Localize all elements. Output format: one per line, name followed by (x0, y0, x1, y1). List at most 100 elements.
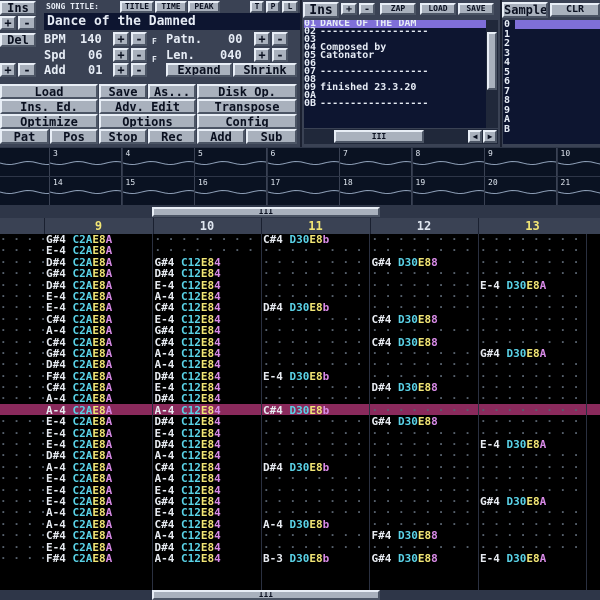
empty-row: · · · · · (0, 267, 44, 281)
patn-minus-button[interactable]: - (272, 32, 288, 46)
channel-scope[interactable]: 5 (195, 148, 267, 176)
add-minus-button[interactable]: - (131, 63, 147, 77)
config-button[interactable]: Config (197, 114, 297, 129)
tab-title[interactable]: TITLE (120, 1, 154, 13)
add-button[interactable]: Add (197, 129, 245, 144)
save-as-button[interactable]: As... (148, 84, 196, 99)
instrument-hscrollbar[interactable]: ◀ ▶ III (304, 129, 498, 144)
channel-scope[interactable]: 21 (557, 177, 600, 205)
ins-minus-button[interactable]: - (18, 16, 36, 30)
channel-scope[interactable]: 4 (122, 148, 195, 176)
ins-load-button[interactable]: LOAD (420, 3, 456, 15)
tab-time[interactable]: TIME (155, 1, 187, 13)
channel-scope[interactable]: 20 (485, 177, 557, 205)
bpm-plus-button[interactable]: + (113, 32, 129, 46)
channel-scope[interactable]: 18 (340, 177, 412, 205)
toggle-t-icon[interactable]: T (250, 1, 264, 13)
ins-list-minus-button[interactable]: - (359, 3, 375, 15)
channel-header[interactable]: 11 (261, 218, 369, 234)
rec-button[interactable]: Rec (148, 129, 196, 144)
shrink-button[interactable]: Shrink (233, 63, 297, 77)
channel-header[interactable]: 12 (369, 218, 478, 234)
ins-hscroll-thumb[interactable]: III (334, 130, 424, 143)
pattern-channel[interactable]: · · · · · · · · · · · · · · · · · · G#4 C1… (155, 234, 262, 600)
channel-scope[interactable]: 10 (557, 148, 600, 176)
scroll-thumb[interactable] (487, 32, 497, 90)
channel-scope[interactable]: 15 (122, 177, 195, 205)
ins-scroll-right-icon[interactable]: ▶ (483, 130, 497, 143)
spd-plus-button[interactable]: + (113, 48, 129, 62)
instrument-row[interactable]: 07 ------------------ (304, 67, 486, 77)
channel-scope[interactable]: 8 (412, 148, 485, 176)
ins-ed-button[interactable]: Ins. Ed. (0, 99, 98, 114)
instrument-row[interactable]: 09 finished 23.3.20 (304, 83, 486, 93)
pattern-channel[interactable]: C#4 D30E8b · · · · · · · · · · · · · · · ·… (263, 234, 370, 600)
ins-plus-button[interactable]: + (0, 16, 16, 30)
zap-button[interactable]: ZAP (380, 3, 416, 15)
bpm-minus-button[interactable]: - (131, 32, 147, 46)
save-button[interactable]: Save (99, 84, 147, 99)
add-plus-button[interactable]: + (113, 63, 129, 77)
pattern-scroll-thumb[interactable]: III (152, 207, 380, 217)
sub-button[interactable]: Sub (246, 129, 297, 144)
toggle-p-icon[interactable]: P (266, 1, 280, 13)
tab-samples[interactable]: Samples (502, 2, 548, 18)
patn-label: Patn. (166, 32, 203, 46)
channel-scope[interactable]: 6 (267, 148, 340, 176)
pattern-channel[interactable]: G#4 C2AE8A E-4 C2AE8A D#4 C2AE8A G#4 C2AE8A… (46, 234, 153, 600)
channel-header[interactable]: 9 (44, 218, 152, 234)
channel-scope[interactable]: 17 (267, 177, 340, 205)
stop-button[interactable]: Stop (99, 129, 147, 144)
channel-scope[interactable]: 19 (412, 177, 485, 205)
len-minus-button[interactable]: - (272, 48, 288, 62)
patn-plus-button[interactable]: + (254, 32, 270, 46)
channel-scope[interactable]: 7 (340, 148, 412, 176)
song-title-field[interactable]: Dance of the Damned (44, 13, 300, 30)
ins-save-button[interactable]: SAVE (458, 3, 494, 15)
pattern-row[interactable]: B-3 D30E8b (263, 553, 369, 564)
pattern-bottom-thumb[interactable]: III (152, 590, 380, 600)
instrument-row[interactable]: 0B ------------------ (304, 99, 486, 109)
channel-scope[interactable]: 16 (195, 177, 267, 205)
pattern-channel[interactable]: · · · · · · · · · · · · · · · · · · G#4 D3… (372, 234, 479, 600)
instrument-row[interactable]: 02 ------------------ (304, 27, 486, 37)
channel-header[interactable]: 13 (478, 218, 586, 234)
pattern-row[interactable]: G#4 D30E88 (372, 553, 478, 564)
pat-button[interactable]: Pat (0, 129, 49, 144)
pattern-row[interactable]: F#4 C2AE8A (46, 553, 152, 564)
tab-instruments[interactable]: Ins (303, 2, 339, 18)
instrument-list-scrollbar[interactable] (486, 20, 498, 128)
pattern-scrollbar[interactable]: III (0, 206, 600, 218)
toggle-l-icon[interactable]: L (282, 1, 298, 13)
pattern-row[interactable]: A-4 C12E84 (155, 553, 261, 564)
tab-peak[interactable]: PEAK (188, 1, 220, 13)
expand-button[interactable]: Expand (166, 63, 232, 77)
pattern-channel[interactable]: · · · · · · · · · · · · · · · · · · · · · … (480, 234, 587, 600)
ins-list-plus-button[interactable]: + (341, 3, 357, 15)
spd-minus-button[interactable]: - (131, 48, 147, 62)
optimize-button[interactable]: Optimize (0, 114, 98, 129)
pos-button[interactable]: Pos (50, 129, 98, 144)
channel-header[interactable]: 10 (152, 218, 261, 234)
options-button[interactable]: Options (99, 114, 196, 129)
ins-scroll-left-icon[interactable]: ◀ (468, 130, 482, 143)
adv-edit-button[interactable]: Adv. Edit (99, 99, 196, 114)
channel-scope[interactable]: 9 (485, 148, 557, 176)
channel-scope[interactable]: 3 (50, 148, 122, 176)
load-button[interactable]: Load (0, 84, 98, 99)
instrument-row[interactable]: 05 Catonator (304, 51, 486, 61)
pattern-bottom-scrollbar[interactable]: III (0, 590, 600, 600)
len-plus-button[interactable]: + (254, 48, 270, 62)
flip-toggle-b[interactable]: F (152, 55, 157, 64)
pattern-row[interactable]: E-4 D30E8A (480, 553, 586, 564)
del-plus-button[interactable]: + (0, 63, 16, 77)
sample-row[interactable]: B (504, 124, 510, 135)
del-minus-button[interactable]: - (18, 63, 36, 77)
clear-samples-button[interactable]: CLR (550, 3, 600, 17)
transpose-button[interactable]: Transpose (197, 99, 297, 114)
ins-button[interactable]: Ins (0, 1, 36, 15)
flip-toggle-a[interactable]: F (152, 37, 157, 46)
disk-op-button[interactable]: Disk Op. (197, 84, 297, 99)
del-button[interactable]: Del (0, 33, 36, 47)
channel-scope[interactable]: 14 (50, 177, 122, 205)
